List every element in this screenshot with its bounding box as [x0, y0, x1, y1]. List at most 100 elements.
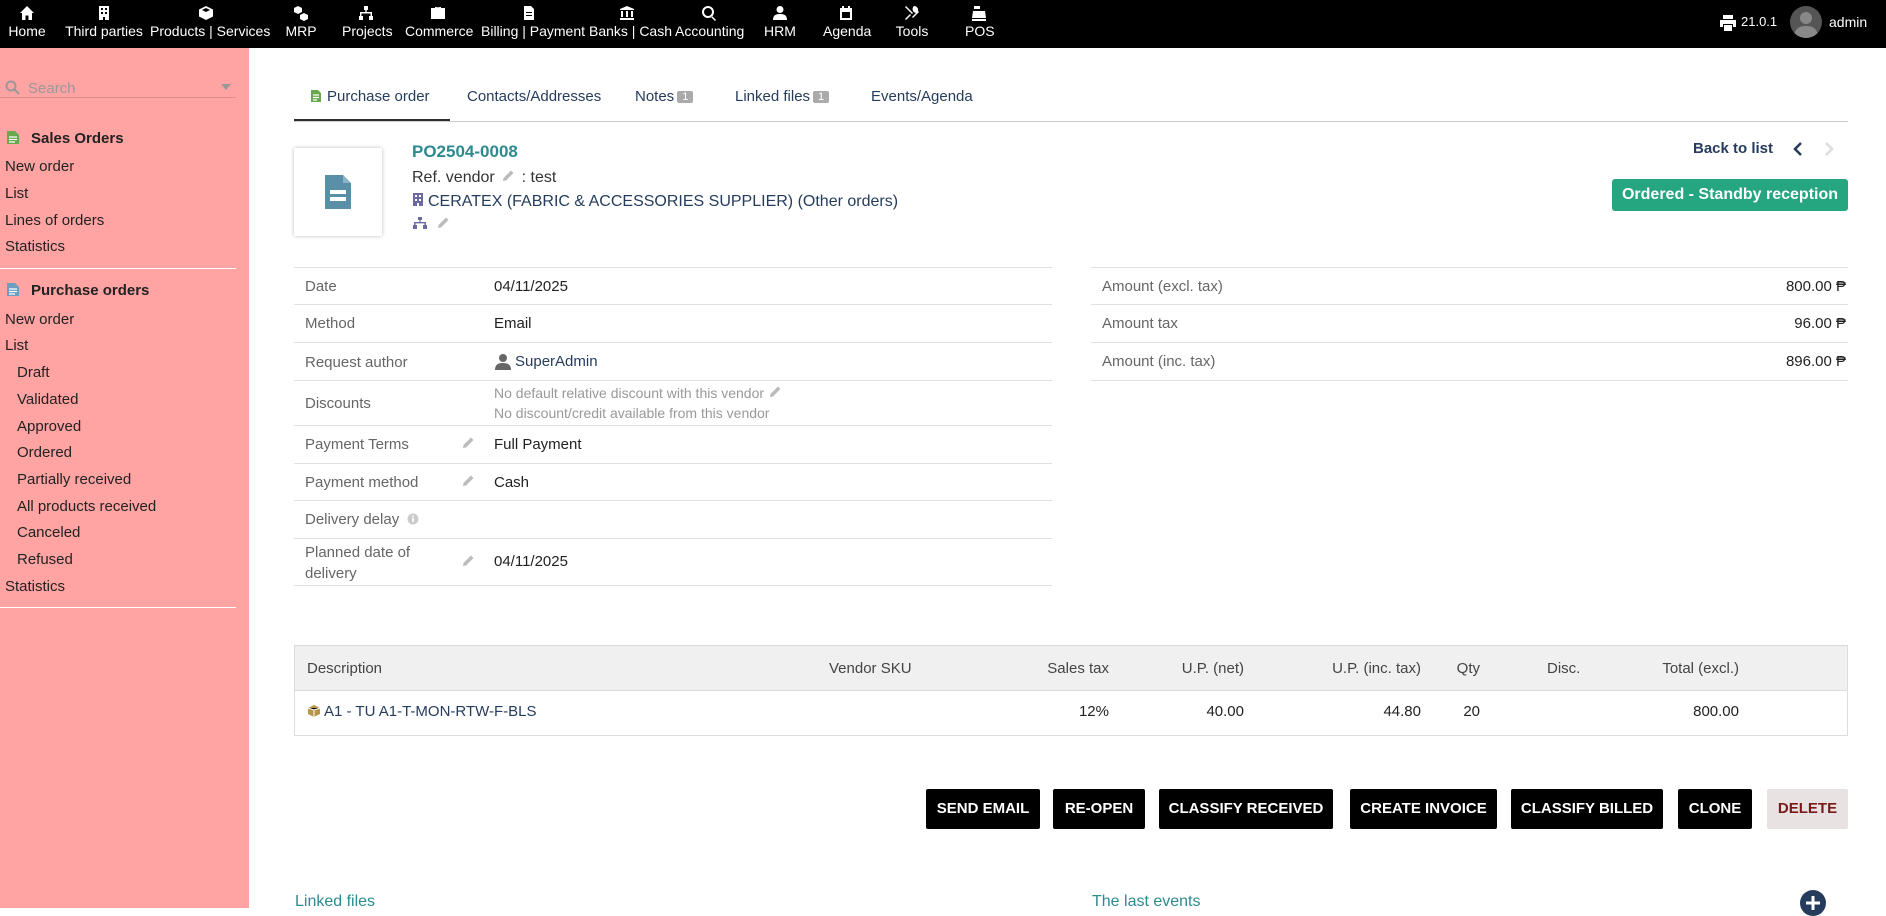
other-orders-link[interactable]: (Other orders) [798, 193, 898, 210]
tab-linked-files[interactable]: Linked files 1 [735, 84, 830, 122]
menu-banks-cash[interactable]: Banks | Cash [589, 0, 672, 48]
menu-mrp[interactable]: MRP [285, 0, 317, 48]
sales-orders-title[interactable]: Sales Orders [6, 130, 124, 147]
order-lines-table: Description Vendor SKU Sales tax U.P. (n… [294, 645, 1848, 736]
search-icon [5, 80, 20, 95]
version-label: 21.0.1 [1741, 14, 1778, 29]
sidebar-item-approved[interactable]: Approved [17, 418, 81, 435]
order-reference[interactable]: PO2504-0008 [412, 142, 518, 162]
plus-icon [1806, 896, 1820, 915]
sidebar-item-sales-statistics[interactable]: Statistics [5, 238, 65, 255]
avatar[interactable] [1790, 6, 1822, 38]
order-doc-icon [6, 130, 20, 145]
menu-tools[interactable]: Tools [895, 0, 929, 48]
order-fields-table: Date 04/11/2025 Method Email Request aut… [294, 267, 1052, 586]
sidebar-item-partially-received[interactable]: Partially received [17, 471, 131, 488]
create-invoice-button[interactable]: CREATE INVOICE [1350, 789, 1497, 829]
clone-button[interactable]: CLONE [1678, 789, 1752, 829]
search-dollar-icon [675, 5, 743, 23]
classify-received-button[interactable]: CLASSIFY RECEIVED [1159, 789, 1333, 829]
printer-icon[interactable] [1719, 14, 1737, 32]
sidebar-item-refused[interactable]: Refused [17, 551, 73, 568]
ref-vendor-line: Ref. vendor : test [412, 169, 557, 188]
cubes-icon [285, 5, 317, 23]
table-row[interactable]: A1 - TU A1-T-MON-RTW-F-BLS 12% 40.00 44.… [295, 691, 1847, 735]
menu-accounting[interactable]: Accounting [675, 0, 744, 48]
tab-contacts-addresses[interactable]: Contacts/Addresses [467, 84, 601, 122]
menu-agenda[interactable]: Agenda [823, 0, 871, 48]
sidebar-item-lines-of-orders[interactable]: Lines of orders [5, 212, 104, 229]
field-row-payment-terms: Payment Terms Full Payment [294, 426, 1052, 464]
search-input[interactable] [28, 78, 218, 98]
amounts-table: Amount (excl. tax) 800.00 ₱ Amount tax 9… [1091, 267, 1848, 381]
col-up-inc-tax: U.P. (inc. tax) [1332, 660, 1421, 677]
send-email-button[interactable]: SEND EMAIL [926, 789, 1040, 829]
amount-row-excl: Amount (excl. tax) 800.00 ₱ [1091, 268, 1848, 305]
col-qty: Qty [1456, 660, 1480, 677]
delete-button[interactable]: DELETE [1767, 789, 1848, 829]
tab-notes[interactable]: Notes 1 [635, 84, 694, 122]
edit-pencil-icon[interactable] [768, 385, 782, 402]
add-event-button[interactable] [1800, 890, 1826, 916]
chevron-left-icon[interactable] [1791, 141, 1805, 157]
sidebar-item-purchase-list[interactable]: List [5, 337, 28, 354]
briefcase-icon [405, 5, 470, 23]
sidebar-item-sales-list[interactable]: List [5, 185, 28, 202]
status-badge: Ordered - Standby reception [1612, 179, 1848, 211]
sidebar-item-canceled[interactable]: Canceled [17, 524, 80, 541]
vendor-link[interactable]: CERATEX (FABRIC & ACCESSORIES SUPPLIER) [428, 193, 793, 210]
col-description: Description [307, 660, 383, 677]
payment-method-value: Cash [494, 474, 530, 491]
edit-pencil-icon[interactable] [461, 474, 475, 488]
menu-commerce[interactable]: Commerce [405, 0, 473, 48]
tabs-divider [294, 121, 1848, 122]
sidebar-item-purchase-new-order[interactable]: New order [5, 311, 74, 328]
vendor-line: CERATEX (FABRIC & ACCESSORIES SUPPLIER) … [412, 192, 898, 212]
info-icon [407, 512, 419, 529]
tab-events-agenda[interactable]: Events/Agenda [871, 84, 973, 122]
tab-purchase-order[interactable]: Purchase order [294, 84, 450, 122]
payment-terms-value: Full Payment [494, 436, 582, 453]
field-row-method: Method Email [294, 305, 1052, 343]
menu-pos[interactable]: POS [965, 0, 995, 48]
field-row-discounts: Discounts No default relative discount w… [294, 381, 1052, 426]
linked-files-count-badge: 1 [813, 91, 830, 103]
order-doc-icon [6, 282, 20, 297]
back-to-list-link[interactable]: Back to list [1693, 140, 1773, 157]
product-link[interactable]: A1 - TU A1-T-MON-RTW-F-BLS [324, 703, 537, 720]
field-row-author: Request author SuperAdmin [294, 343, 1052, 381]
edit-pencil-icon[interactable] [436, 216, 450, 235]
field-row-date: Date 04/11/2025 [294, 268, 1052, 305]
menu-products-services[interactable]: Products | Services [150, 0, 270, 48]
author-link[interactable]: SuperAdmin [515, 353, 598, 370]
sidebar-item-ordered[interactable]: Ordered [17, 444, 72, 461]
sidebar-item-purchase-statistics[interactable]: Statistics [5, 578, 65, 595]
classify-billed-button[interactable]: CLASSIFY BILLED [1511, 789, 1663, 829]
sidebar-item-validated[interactable]: Validated [17, 391, 78, 408]
reopen-button[interactable]: RE-OPEN [1053, 789, 1145, 829]
planned-delivery-value: 04/11/2025 [494, 553, 568, 570]
sidebar-item-draft[interactable]: Draft [17, 364, 50, 381]
cube-icon [150, 5, 262, 23]
edit-pencil-icon[interactable] [461, 554, 475, 568]
project-row [412, 216, 450, 235]
user-icon [494, 352, 512, 374]
chevron-down-icon[interactable] [221, 84, 231, 90]
purchase-orders-title[interactable]: Purchase orders [6, 282, 149, 299]
last-events-heading: The last events [1092, 893, 1201, 910]
menu-hrm[interactable]: HRM [764, 0, 796, 48]
amount-excl-value: 800.00 ₱ [1785, 278, 1846, 295]
menu-projects[interactable]: Projects [342, 0, 393, 48]
menu-billing-payment[interactable]: Billing | Payment [481, 0, 585, 48]
project-icon [412, 216, 428, 235]
menu-third-parties[interactable]: Third parties [65, 0, 143, 48]
menu-home[interactable]: Home [8, 0, 46, 48]
edit-pencil-icon[interactable] [461, 436, 475, 450]
date-value: 04/11/2025 [494, 278, 568, 295]
amount-inc-value: 896.00 ₱ [1785, 353, 1846, 370]
edit-pencil-icon[interactable] [501, 169, 515, 188]
sidebar-item-sales-new-order[interactable]: New order [5, 158, 74, 175]
username[interactable]: admin [1829, 14, 1867, 30]
col-vendor-sku: Vendor SKU [829, 660, 912, 677]
sidebar-item-all-products-received[interactable]: All products received [17, 498, 156, 515]
